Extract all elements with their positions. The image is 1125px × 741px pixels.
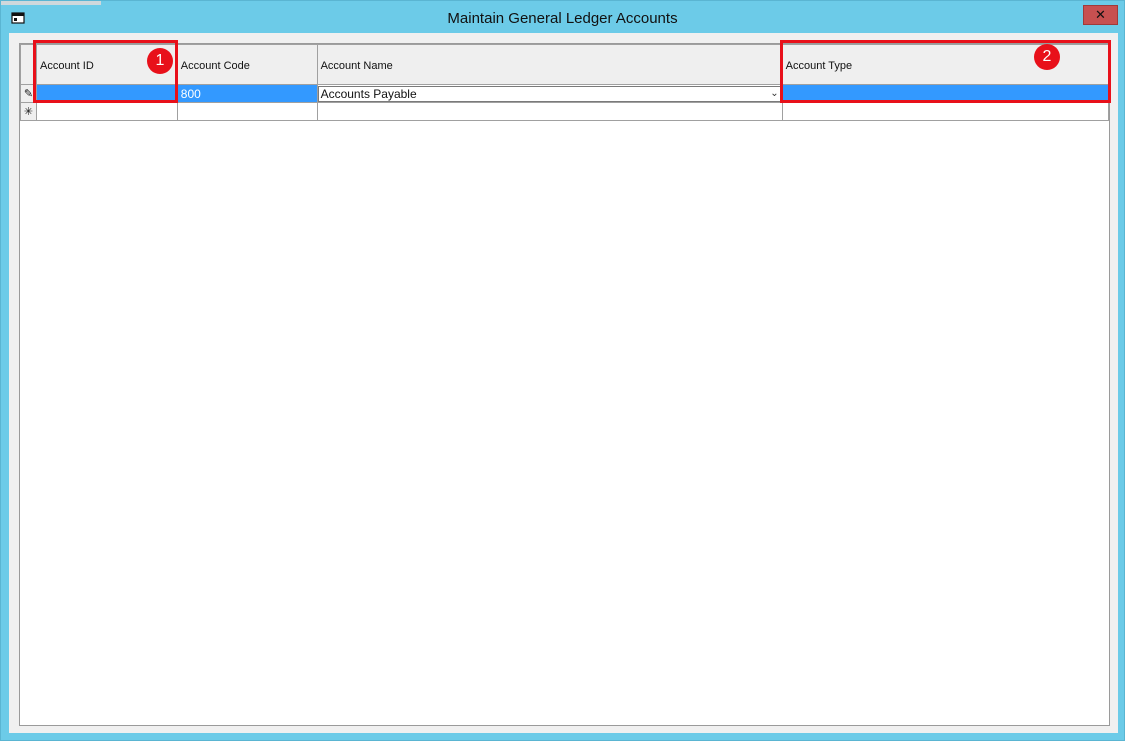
chevron-down-icon[interactable]: ⌄ (770, 87, 778, 101)
new-account-type-cell[interactable] (781, 102, 1110, 121)
new-row[interactable]: ✳ (20, 102, 1110, 121)
annotation-box-account-type (780, 40, 1111, 103)
close-button[interactable] (1083, 5, 1118, 25)
new-account-id-cell[interactable] (35, 102, 178, 121)
account-code-cell[interactable]: 800 (176, 84, 318, 103)
accounts-grid[interactable]: Account ID Account Code Account Name Acc… (19, 43, 1110, 726)
column-header-account-code[interactable]: Account Code (176, 44, 318, 85)
column-header-account-name[interactable]: Account Name (316, 44, 783, 85)
account-name-dropdown[interactable]: Accounts Payable ⌄ (318, 85, 782, 102)
app-window: Maintain General Ledger Accounts Account… (0, 0, 1125, 741)
account-name-value: Accounts Payable (320, 86, 417, 101)
account-name-cell[interactable]: Accounts Payable ⌄ (316, 84, 783, 103)
new-account-code-cell[interactable] (176, 102, 318, 121)
annotation-badge-1: 1 (147, 48, 173, 74)
new-row-marker-icon[interactable]: ✳ (20, 102, 37, 121)
client-area: Account ID Account Code Account Name Acc… (9, 33, 1118, 733)
annotation-badge-2: 2 (1034, 44, 1060, 70)
window-title: Maintain General Ledger Accounts (447, 10, 678, 27)
title-bar[interactable]: Maintain General Ledger Accounts (1, 1, 1124, 37)
new-account-name-cell[interactable] (316, 102, 783, 121)
